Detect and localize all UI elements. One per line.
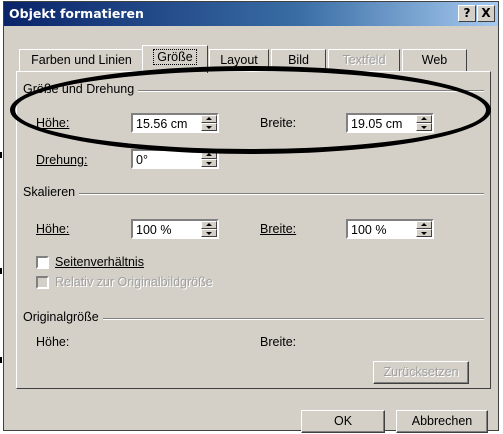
scale-height-label: Höhe: bbox=[36, 222, 70, 236]
scale-width-up-arrow-icon[interactable] bbox=[416, 221, 432, 229]
tab-web[interactable]: Web bbox=[402, 49, 467, 71]
dialog-title: Objekt formatieren bbox=[9, 6, 144, 21]
scale-width-label: Breite: bbox=[260, 222, 297, 236]
scan-mark bbox=[0, 357, 2, 363]
original-height-label: Höhe: bbox=[36, 335, 70, 349]
annotation-oval bbox=[10, 66, 491, 154]
relative-original-label: Relativ zur Originalbildgröße bbox=[55, 275, 213, 289]
title-bar[interactable]: Objekt formatieren ? X bbox=[4, 2, 498, 26]
reset-button: Zurücksetzen bbox=[373, 361, 469, 384]
rotation-value: 0° bbox=[136, 153, 148, 167]
scale-width-down-arrow-icon[interactable] bbox=[416, 229, 432, 237]
close-button[interactable]: X bbox=[477, 5, 495, 22]
cancel-button[interactable]: Abbrechen bbox=[396, 410, 488, 433]
help-button[interactable]: ? bbox=[458, 5, 476, 22]
original-width-label: Breite: bbox=[260, 335, 297, 349]
aspect-ratio-label[interactable]: Seitenverhältnis bbox=[55, 255, 144, 269]
scale-height-spinbox[interactable]: 100 % bbox=[131, 219, 219, 239]
group-divider bbox=[23, 193, 484, 195]
aspect-ratio-checkbox[interactable] bbox=[36, 256, 49, 269]
rotation-label: Drehung: bbox=[36, 153, 88, 167]
rotation-down-arrow-icon[interactable] bbox=[201, 159, 217, 167]
tab-textfeld: Textfeld bbox=[328, 49, 400, 71]
scan-mark bbox=[0, 268, 2, 274]
group-title-original: Originalgröße bbox=[23, 310, 103, 324]
relative-original-checkbox bbox=[36, 276, 49, 289]
tab-farben-und-linien[interactable]: Farben und Linien bbox=[19, 49, 144, 71]
group-title-scale: Skalieren bbox=[23, 185, 80, 199]
scale-height-down-arrow-icon[interactable] bbox=[201, 229, 217, 237]
scale-width-spinbox[interactable]: 100 % bbox=[346, 219, 434, 239]
ok-button[interactable]: OK bbox=[301, 410, 385, 433]
scan-mark bbox=[0, 152, 2, 158]
scale-height-up-arrow-icon[interactable] bbox=[201, 221, 217, 229]
scale-width-value: 100 % bbox=[351, 223, 387, 237]
scale-height-value: 100 % bbox=[136, 223, 172, 237]
